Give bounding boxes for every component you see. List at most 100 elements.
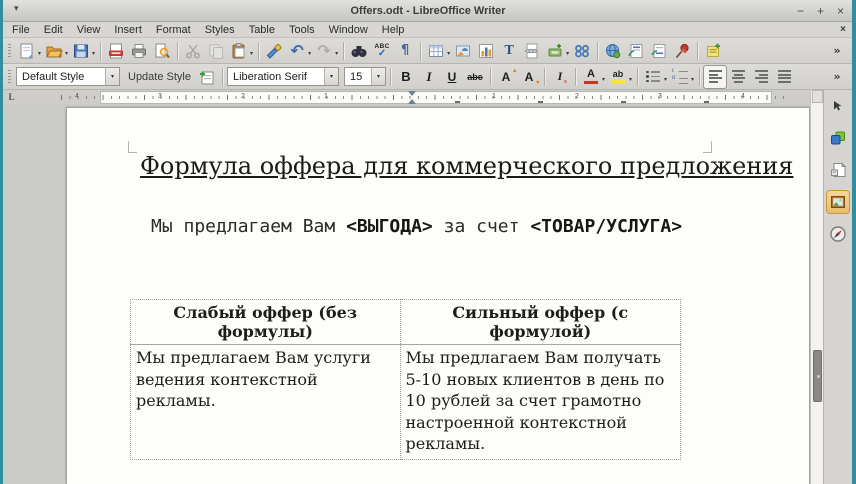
window-menu-icon[interactable]: ▾ xyxy=(14,3,19,14)
highlight-color-dropdown[interactable]: ▾ xyxy=(629,76,632,83)
toolbar-overflow-button[interactable]: » xyxy=(826,66,848,88)
scrollbar-thumb[interactable] xyxy=(813,350,822,402)
offer-formula-line[interactable]: Мы предлагаем Вам <ВЫГОДА> за счет <ТОВА… xyxy=(151,216,682,237)
weak-offer-header[interactable]: Слабый оффер (без формулы) xyxy=(130,299,401,345)
insert-chart-button[interactable] xyxy=(475,40,497,62)
document-page[interactable]: Формула оффера для коммерческого предлож… xyxy=(66,107,810,484)
clone-formatting-button[interactable] xyxy=(263,40,285,62)
close-button[interactable]: × xyxy=(837,5,844,17)
decrease-font-size-button[interactable]: A ▾ xyxy=(518,66,540,88)
insert-text-box-button[interactable]: T xyxy=(498,40,520,62)
tab-stop-marker[interactable] xyxy=(704,101,709,103)
font-size-combo[interactable]: 15 ▾ xyxy=(343,67,386,86)
paste-dropdown[interactable]: ▾ xyxy=(250,50,253,57)
insert-endnote-button[interactable] xyxy=(648,40,670,62)
toolbar-grip[interactable] xyxy=(8,69,11,84)
menu-insert[interactable]: Insert xyxy=(107,23,149,37)
strikethrough-button[interactable]: abc xyxy=(464,66,486,88)
italic-button[interactable]: I xyxy=(418,66,440,88)
menu-view[interactable]: View xyxy=(70,23,108,37)
document-heading[interactable]: Формула оффера для коммерческого предлож… xyxy=(140,152,793,180)
formatting-marks-button[interactable]: ¶ xyxy=(394,40,416,62)
toolbar-overflow-button[interactable]: » xyxy=(826,40,848,62)
menu-help[interactable]: Help xyxy=(375,23,412,37)
new-document-dropdown[interactable]: ▾ xyxy=(38,50,41,57)
font-name-dropdown[interactable]: ▾ xyxy=(323,68,338,85)
increase-font-size-button[interactable]: A ▴ xyxy=(495,66,517,88)
sidebar-page-button[interactable] xyxy=(827,159,849,181)
menu-edit[interactable]: Edit xyxy=(37,23,70,37)
toolbar-grip[interactable] xyxy=(8,43,11,58)
highlight-color-button[interactable]: ab xyxy=(607,66,629,88)
sidebar-navigator-button[interactable] xyxy=(827,223,849,245)
bold-button[interactable]: B xyxy=(395,66,417,88)
find-replace-button[interactable] xyxy=(348,40,370,62)
save-dropdown[interactable]: ▾ xyxy=(92,50,95,57)
menu-styles[interactable]: Styles xyxy=(198,23,242,37)
new-document-button[interactable] xyxy=(16,40,38,62)
print-button[interactable] xyxy=(128,40,150,62)
insert-special-character-button[interactable] xyxy=(571,40,593,62)
save-button[interactable] xyxy=(70,40,92,62)
clear-formatting-button[interactable]: I × xyxy=(549,66,571,88)
align-right-button[interactable] xyxy=(750,66,772,88)
insert-comment-button[interactable] xyxy=(702,40,724,62)
menu-window[interactable]: Window xyxy=(322,23,375,37)
menu-file[interactable]: File xyxy=(5,23,37,37)
update-style-button[interactable] xyxy=(196,66,218,88)
underline-button[interactable]: U xyxy=(441,66,463,88)
bullet-list-button[interactable] xyxy=(642,66,664,88)
sidebar-gallery-button[interactable] xyxy=(826,190,850,214)
insert-image-button[interactable] xyxy=(452,40,474,62)
paragraph-style-dropdown[interactable]: ▾ xyxy=(105,68,119,85)
open-button[interactable] xyxy=(43,40,65,62)
export-pdf-button[interactable] xyxy=(105,40,127,62)
font-name-combo[interactable]: Liberation Serif ▾ xyxy=(226,67,339,86)
insert-hyperlink-button[interactable] xyxy=(602,40,624,62)
insert-field-button[interactable] xyxy=(544,40,566,62)
insert-bookmark-button[interactable] xyxy=(671,40,693,62)
offers-comparison-table[interactable]: Слабый оффер (без формулы) Сильный оффер… xyxy=(130,299,681,460)
numbered-list-button[interactable]: I II xyxy=(669,66,691,88)
insert-footnote-button[interactable] xyxy=(625,40,647,62)
tab-stop-marker[interactable] xyxy=(455,101,460,103)
sidebar-properties-button[interactable] xyxy=(827,127,849,149)
paragraph-style-combo[interactable]: Default Style ▾ xyxy=(16,67,120,86)
maximize-button[interactable]: + xyxy=(817,5,824,17)
menu-tools[interactable]: Tools xyxy=(282,23,322,37)
font-size-dropdown[interactable]: ▾ xyxy=(370,68,385,85)
redo-dropdown[interactable]: ▾ xyxy=(335,50,338,57)
minimize-button[interactable]: − xyxy=(797,5,804,17)
strong-offer-cell[interactable]: Мы предлагаем Вам получать 5-10 новых кл… xyxy=(399,344,681,460)
insert-table-dropdown[interactable]: ▾ xyxy=(447,50,450,57)
insert-table-button[interactable] xyxy=(425,40,447,62)
paste-button[interactable] xyxy=(228,40,250,62)
menu-table[interactable]: Table xyxy=(242,23,282,37)
sidebar-settings-button[interactable] xyxy=(827,95,849,117)
font-color-button[interactable]: A xyxy=(580,66,602,88)
insert-page-break-button[interactable] xyxy=(521,40,543,62)
close-document-button[interactable]: × xyxy=(840,24,846,35)
tab-stop-marker[interactable] xyxy=(621,101,626,103)
weak-offer-cell[interactable]: Мы предлагаем Вам услуги ведения контекс… xyxy=(130,344,401,460)
align-center-button[interactable] xyxy=(727,66,749,88)
title-bar[interactable]: ▾ Offers.odt - LibreOffice Writer − + × xyxy=(0,0,856,22)
horizontal-ruler[interactable]: L 4 3 2 1 1 2 3 4 xyxy=(3,90,810,105)
align-left-button[interactable] xyxy=(703,64,728,89)
numbered-list-dropdown[interactable]: ▾ xyxy=(691,76,694,83)
align-justify-button[interactable] xyxy=(773,66,795,88)
font-color-dropdown[interactable]: ▾ xyxy=(602,76,605,83)
strong-offer-header[interactable]: Сильный оффер (с формулой) xyxy=(399,299,681,345)
undo-dropdown[interactable]: ▾ xyxy=(308,50,311,57)
tab-stop-marker[interactable] xyxy=(538,101,543,103)
bullet-list-dropdown[interactable]: ▾ xyxy=(664,76,667,83)
vertical-scrollbar[interactable] xyxy=(810,90,823,484)
menu-format[interactable]: Format xyxy=(149,23,198,37)
insert-field-dropdown[interactable]: ▾ xyxy=(566,50,569,57)
tab-stop-selector[interactable]: L xyxy=(6,92,17,103)
undo-button[interactable]: ↶ xyxy=(286,40,308,62)
spelling-button[interactable]: ABC ✓ xyxy=(371,40,393,62)
open-dropdown[interactable]: ▾ xyxy=(65,50,68,57)
print-preview-button[interactable] xyxy=(151,40,173,62)
scrollbar-top-button[interactable] xyxy=(812,90,823,103)
